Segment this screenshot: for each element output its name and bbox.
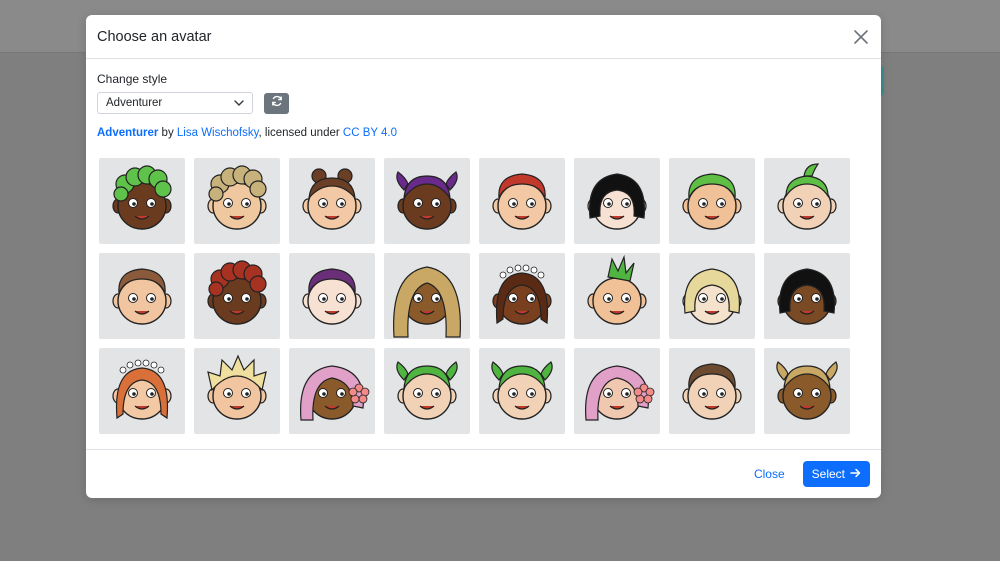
avatar-tile[interactable]: [669, 158, 755, 244]
avatar-tile[interactable]: [194, 348, 280, 434]
author-link[interactable]: Lisa Wischofsky: [177, 127, 259, 139]
arrow-right-icon: [850, 467, 861, 481]
avatar-tile[interactable]: [384, 348, 470, 434]
avatar-face: [587, 173, 647, 230]
avatar-tile[interactable]: [384, 253, 470, 339]
avatar-face: [492, 173, 552, 230]
avatar-face: [491, 361, 553, 420]
close-button[interactable]: Close: [750, 461, 789, 487]
avatar-tile[interactable]: [764, 348, 850, 434]
modal-body: Change style Adventurer Adventurer by Li…: [86, 59, 881, 434]
avatar-face: [396, 361, 458, 420]
avatar-tile[interactable]: [479, 348, 565, 434]
avatar-tile[interactable]: [764, 158, 850, 244]
avatar-face: [299, 365, 370, 421]
avatar-modal: Choose an avatar Change style Adventurer: [86, 15, 881, 498]
modal-header: Choose an avatar: [86, 15, 881, 59]
avatar-tile[interactable]: [194, 253, 280, 339]
avatar-tile[interactable]: [289, 348, 375, 434]
change-style-label: Change style: [97, 72, 168, 86]
style-row: Adventurer: [97, 92, 870, 114]
close-icon[interactable]: [851, 27, 871, 47]
avatar-tile[interactable]: [289, 158, 375, 244]
avatar-tile[interactable]: [99, 158, 185, 244]
style-name-link[interactable]: Adventurer: [97, 127, 158, 139]
modal-footer: Close Select: [86, 449, 881, 498]
avatar-face: [112, 268, 172, 325]
select-button-label: Select: [811, 467, 845, 481]
avatar-face: [584, 365, 655, 421]
avatar-face: [302, 168, 362, 230]
refresh-icon: [271, 94, 283, 112]
credit-line: Adventurer by Lisa Wischofsky, licensed …: [97, 127, 870, 139]
avatar-face: [302, 268, 362, 325]
avatar-tile[interactable]: [99, 348, 185, 434]
avatar-face: [112, 165, 172, 230]
avatar-face: [492, 264, 552, 325]
avatar-face: [682, 173, 742, 230]
credit-by: by: [158, 127, 177, 139]
avatar-tile[interactable]: [194, 158, 280, 244]
avatar-tile[interactable]: [764, 253, 850, 339]
avatar-face: [207, 260, 267, 325]
avatar-face: [682, 268, 742, 325]
avatar-tile[interactable]: [479, 158, 565, 244]
avatar-tile[interactable]: [574, 253, 660, 339]
avatar-tile[interactable]: [289, 253, 375, 339]
avatar-face: [207, 165, 267, 230]
avatar-tile[interactable]: [479, 253, 565, 339]
avatar-face: [777, 163, 837, 230]
credit-licensed: , licensed under: [258, 127, 343, 139]
avatar-face: [396, 171, 458, 230]
avatar-face: [777, 268, 837, 325]
avatar-face: [682, 363, 742, 420]
avatar-tile[interactable]: [99, 253, 185, 339]
avatar-tile[interactable]: [574, 348, 660, 434]
select-button[interactable]: Select: [802, 461, 870, 487]
style-select-value: Adventurer: [106, 97, 163, 109]
modal-title: Choose an avatar: [97, 28, 212, 45]
avatar-face: [776, 361, 838, 420]
style-select[interactable]: Adventurer: [97, 92, 253, 114]
avatar-tile[interactable]: [669, 253, 755, 339]
avatar-tile[interactable]: [574, 158, 660, 244]
license-link[interactable]: CC BY 4.0: [343, 127, 397, 139]
avatar-face: [207, 354, 267, 420]
avatar-face: [587, 254, 647, 325]
refresh-button[interactable]: [264, 92, 289, 114]
avatar-face: [112, 359, 172, 420]
chevron-down-icon: [234, 97, 244, 109]
avatar-grid: [99, 158, 870, 434]
avatar-tile[interactable]: [669, 348, 755, 434]
avatar-face: [393, 266, 461, 338]
avatar-tile[interactable]: [384, 158, 470, 244]
